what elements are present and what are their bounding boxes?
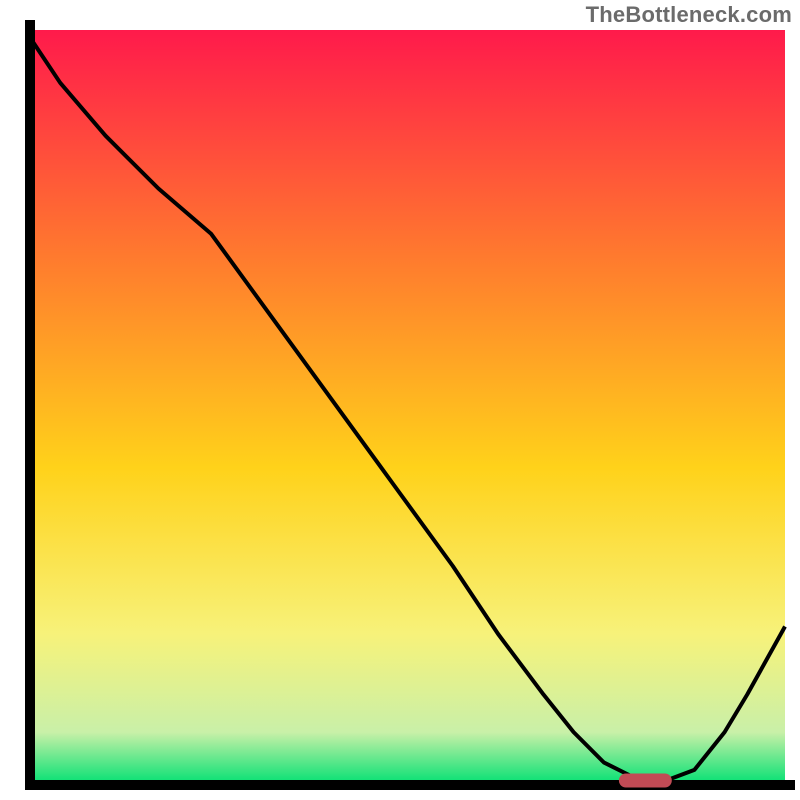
chart-canvas: TheBottleneck.com — [0, 0, 800, 800]
optimum-marker — [619, 774, 672, 788]
bottleneck-curve-plot — [0, 0, 800, 800]
plot-background — [30, 30, 785, 785]
